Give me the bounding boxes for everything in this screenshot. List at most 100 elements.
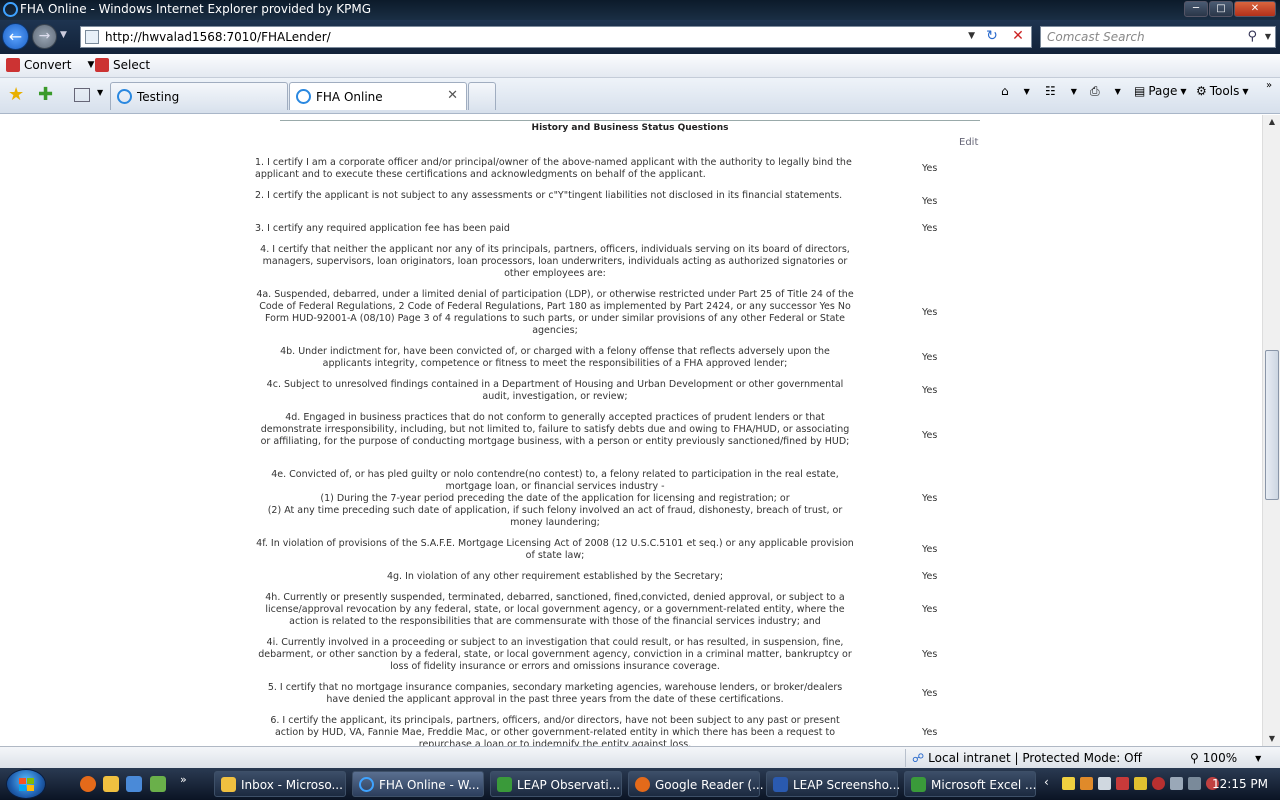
quick-tabs-icon[interactable]: [74, 88, 90, 102]
network-status-icon[interactable]: [1170, 777, 1183, 790]
tray-app-icon[interactable]: [1080, 777, 1093, 790]
question-4e: 4e. Convicted of, or has pled guilty or …: [271, 469, 839, 492]
convert-button[interactable]: Convert ▼: [6, 58, 94, 72]
taskbar-button-label: FHA Online - W...: [379, 778, 480, 792]
tray-expand-icon[interactable]: ‹: [1044, 775, 1049, 789]
start-button[interactable]: [6, 769, 46, 799]
address-url[interactable]: http://hwvalad1568:7010/FHALender/: [105, 30, 331, 44]
ie-tab-icon: [117, 89, 132, 104]
show-desktop-icon[interactable]: [126, 776, 142, 792]
taskbar-button-label: LEAP Screensho...: [793, 778, 901, 792]
word-icon: [773, 777, 788, 792]
network-icon[interactable]: [150, 776, 166, 792]
favorites-star-icon[interactable]: ★: [8, 84, 24, 105]
outlook-icon[interactable]: [103, 776, 119, 792]
taskbar-button-google-reader[interactable]: Google Reader (...: [628, 771, 764, 797]
security-zone-label: Local intranet | Protected Mode: Off: [928, 751, 1142, 765]
scroll-up-icon[interactable]: ▲: [1263, 115, 1280, 129]
tab-testing[interactable]: Testing: [110, 82, 288, 110]
quicklaunch-overflow-icon[interactable]: »: [180, 773, 187, 786]
answer-6: Yes: [922, 727, 938, 738]
search-dropdown-icon[interactable]: ▼: [1265, 32, 1271, 41]
zoom-level: 100%: [1202, 751, 1238, 765]
tray-app-icon[interactable]: [1152, 777, 1165, 790]
home-button[interactable]: ⌂ ▼: [1001, 84, 1030, 98]
address-bar[interactable]: http://hwvalad1568:7010/FHALender/ ▼ ↻ ✕: [80, 26, 1032, 48]
chevron-down-icon[interactable]: ▼: [1115, 87, 1121, 96]
stop-button[interactable]: ✕: [1007, 28, 1029, 46]
chevron-down-icon[interactable]: ▼: [1255, 754, 1261, 763]
tray-app-icon[interactable]: [1116, 777, 1129, 790]
search-icon[interactable]: ⚲: [1247, 29, 1257, 44]
chevron-down-icon[interactable]: ▼: [87, 60, 94, 70]
back-button[interactable]: ←: [2, 23, 29, 50]
taskbar: » Inbox - Microso... FHA Online - W... L…: [0, 768, 1280, 800]
clock[interactable]: 12:15 PM: [1212, 777, 1268, 791]
volume-icon[interactable]: [1188, 777, 1201, 790]
taskbar-button-microsoft-excel[interactable]: Microsoft Excel ...: [904, 771, 1036, 797]
feeds-button[interactable]: ☷ ▼: [1045, 84, 1077, 98]
ie-icon: [359, 777, 374, 792]
scroll-thumb[interactable]: [1265, 350, 1279, 500]
close-tab-icon[interactable]: ✕: [447, 88, 458, 103]
tray-app-icon[interactable]: [1098, 777, 1111, 790]
answer-4h: Yes: [922, 604, 938, 615]
arrow-right-icon: →: [38, 28, 51, 44]
tools-menu-button[interactable]: ⚙ Tools ▼: [1196, 84, 1248, 98]
new-tab-button[interactable]: [468, 82, 496, 110]
answer-3: Yes: [922, 223, 938, 234]
chevron-down-icon: ▼: [1180, 86, 1187, 96]
command-bar: Convert ▼ Select: [0, 54, 1280, 78]
taskbar-button-fha-online[interactable]: FHA Online - W...: [352, 771, 484, 797]
page-menu-label: Page: [1148, 84, 1178, 98]
toolbar-overflow-icon[interactable]: »: [1266, 80, 1272, 91]
chevron-down-icon[interactable]: ▼: [1024, 87, 1030, 96]
zoom-control[interactable]: ⚲ 100% ▼: [1190, 751, 1261, 765]
excel-icon: [497, 777, 512, 792]
taskbar-button-label: LEAP Observati...: [517, 778, 621, 792]
forward-button[interactable]: →: [32, 24, 57, 49]
answer-4i: Yes: [922, 649, 938, 660]
address-dropdown-icon[interactable]: ▼: [968, 31, 975, 41]
firefox-icon: [635, 777, 650, 792]
taskbar-button-leap-observati[interactable]: LEAP Observati...: [490, 771, 622, 797]
pdf-convert-icon: [6, 58, 20, 72]
close-window-button[interactable]: ✕: [1234, 1, 1276, 17]
tabs-bar: ★ ✚ ▼ Testing FHA Online ✕: [0, 78, 1280, 114]
search-input[interactable]: Comcast Search: [1047, 30, 1145, 44]
windows-logo-icon: [19, 778, 34, 791]
search-box[interactable]: Comcast Search ⚲ ▼: [1040, 26, 1276, 48]
answer-5: Yes: [922, 688, 938, 699]
magnifier-icon: ⚲: [1190, 751, 1199, 765]
print-button[interactable]: ⎙ ▼: [1090, 84, 1121, 99]
section-divider: [280, 120, 980, 121]
recent-pages-dropdown[interactable]: ▼: [60, 30, 67, 40]
scroll-down-icon[interactable]: ▼: [1263, 732, 1280, 746]
minimize-button[interactable]: ─: [1184, 1, 1208, 17]
firefox-icon[interactable]: [80, 776, 96, 792]
vertical-scrollbar[interactable]: ▲ ▼: [1262, 115, 1280, 746]
security-zone[interactable]: ☍ Local intranet | Protected Mode: Off: [912, 751, 1142, 765]
tab-fha-online[interactable]: FHA Online ✕: [289, 82, 467, 110]
answer-4e: Yes: [922, 493, 938, 504]
taskbar-button-label: Microsoft Excel ...: [931, 778, 1037, 792]
taskbar-button-leap-screensho[interactable]: LEAP Screensho...: [766, 771, 901, 797]
window-title: FHA Online - Windows Internet Explorer p…: [20, 2, 372, 16]
select-button[interactable]: Select: [95, 58, 150, 72]
chevron-down-icon[interactable]: ▼: [1071, 87, 1077, 96]
taskbar-button-inbox[interactable]: Inbox - Microso...: [214, 771, 346, 797]
edit-link[interactable]: Edit: [959, 137, 978, 148]
tray-app-icon[interactable]: [1062, 777, 1075, 790]
tray-app-icon[interactable]: [1134, 777, 1147, 790]
select-label: Select: [113, 58, 151, 72]
question-4b: 4b. Under indictment for, have been conv…: [280, 346, 830, 369]
tools-menu-label: Tools: [1209, 84, 1240, 98]
add-favorite-icon[interactable]: ✚: [38, 84, 53, 105]
system-tray: ‹ 12:15 PM: [1040, 768, 1280, 800]
tab-list-dropdown-icon[interactable]: ▼: [97, 88, 103, 97]
maximize-button[interactable]: □: [1209, 1, 1233, 17]
answer-4b: Yes: [922, 352, 938, 363]
convert-label: Convert: [24, 58, 72, 72]
page-menu-button[interactable]: ▤ Page ▼: [1134, 84, 1187, 98]
refresh-button[interactable]: ↻: [981, 28, 1003, 46]
